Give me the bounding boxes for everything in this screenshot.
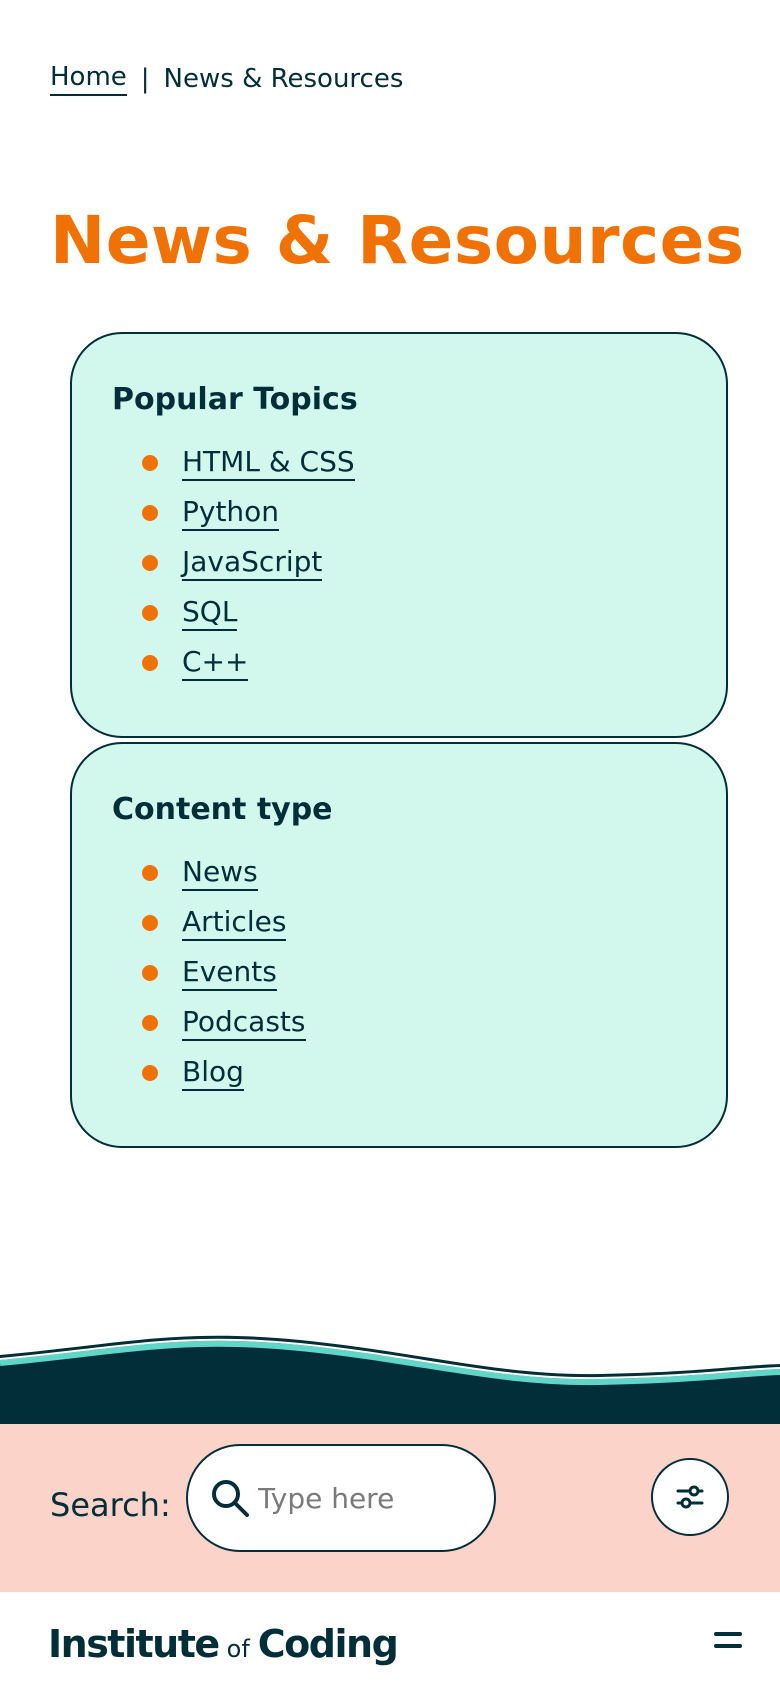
search-bar: Search: bbox=[0, 1424, 780, 1592]
hamburger-menu-icon[interactable] bbox=[710, 1622, 746, 1658]
list-item: Podcasts bbox=[142, 1002, 306, 1052]
topic-link-python[interactable]: Python bbox=[182, 495, 280, 531]
topic-link-html-css[interactable]: HTML & CSS bbox=[182, 445, 355, 481]
bullet-dot bbox=[142, 915, 158, 931]
wave-divider bbox=[0, 1335, 780, 1425]
footer: Institute of Coding bbox=[0, 1592, 780, 1688]
list-item: HTML & CSS bbox=[142, 442, 355, 492]
content-type-link-podcasts[interactable]: Podcasts bbox=[182, 1005, 306, 1041]
topic-link-cpp[interactable]: C++ bbox=[182, 645, 249, 681]
content-type-heading: Content type bbox=[112, 792, 333, 827]
list-item: Blog bbox=[142, 1052, 306, 1102]
popular-topics-heading: Popular Topics bbox=[112, 382, 358, 417]
list-item: News bbox=[142, 852, 306, 902]
bullet-dot bbox=[142, 455, 158, 471]
list-item: Articles bbox=[142, 902, 306, 952]
search-input[interactable] bbox=[258, 1476, 468, 1520]
list-item: C++ bbox=[142, 642, 355, 692]
logo-text-institute: Institute bbox=[48, 1622, 220, 1666]
sliders-icon bbox=[676, 1485, 704, 1509]
content-type-link-news[interactable]: News bbox=[182, 855, 258, 891]
content-type-link-articles[interactable]: Articles bbox=[182, 905, 287, 941]
list-item: Python bbox=[142, 492, 355, 542]
search-icon bbox=[212, 1480, 249, 1517]
popular-topics-list: HTML & CSS Python JavaScript SQL C++ bbox=[142, 442, 355, 692]
filter-button[interactable] bbox=[651, 1458, 729, 1536]
logo-text-coding: Coding bbox=[257, 1622, 399, 1666]
breadcrumb-home-link[interactable]: Home bbox=[50, 62, 127, 96]
bullet-dot bbox=[142, 1015, 158, 1031]
popular-topics-panel: Popular Topics HTML & CSS Python JavaScr… bbox=[70, 332, 728, 738]
bullet-dot bbox=[142, 1065, 158, 1081]
content-type-link-blog[interactable]: Blog bbox=[182, 1055, 244, 1091]
list-item: JavaScript bbox=[142, 542, 355, 592]
logo-text-of: of bbox=[226, 1635, 250, 1663]
breadcrumb: Home | News & Resources bbox=[50, 62, 403, 96]
content-type-list: News Articles Events Podcasts Blog bbox=[142, 852, 306, 1102]
bullet-dot bbox=[142, 655, 158, 671]
content-type-panel: Content type News Articles Events Podcas… bbox=[70, 742, 728, 1148]
list-item: SQL bbox=[142, 592, 355, 642]
content-type-link-events[interactable]: Events bbox=[182, 955, 277, 991]
breadcrumb-current: News & Resources bbox=[163, 64, 404, 94]
list-item: Events bbox=[142, 952, 306, 1002]
bullet-dot bbox=[142, 865, 158, 881]
bullet-dot bbox=[142, 505, 158, 521]
bullet-dot bbox=[142, 555, 158, 571]
page-title: News & Resources bbox=[50, 202, 745, 279]
topic-link-sql[interactable]: SQL bbox=[182, 595, 238, 631]
search-label: Search: bbox=[50, 1486, 171, 1524]
bullet-dot bbox=[142, 965, 158, 981]
breadcrumb-separator: | bbox=[140, 64, 150, 94]
search-field[interactable] bbox=[186, 1444, 496, 1552]
institute-of-coding-logo[interactable]: Institute of Coding bbox=[48, 1622, 399, 1666]
topic-link-javascript[interactable]: JavaScript bbox=[182, 545, 323, 581]
bullet-dot bbox=[142, 605, 158, 621]
